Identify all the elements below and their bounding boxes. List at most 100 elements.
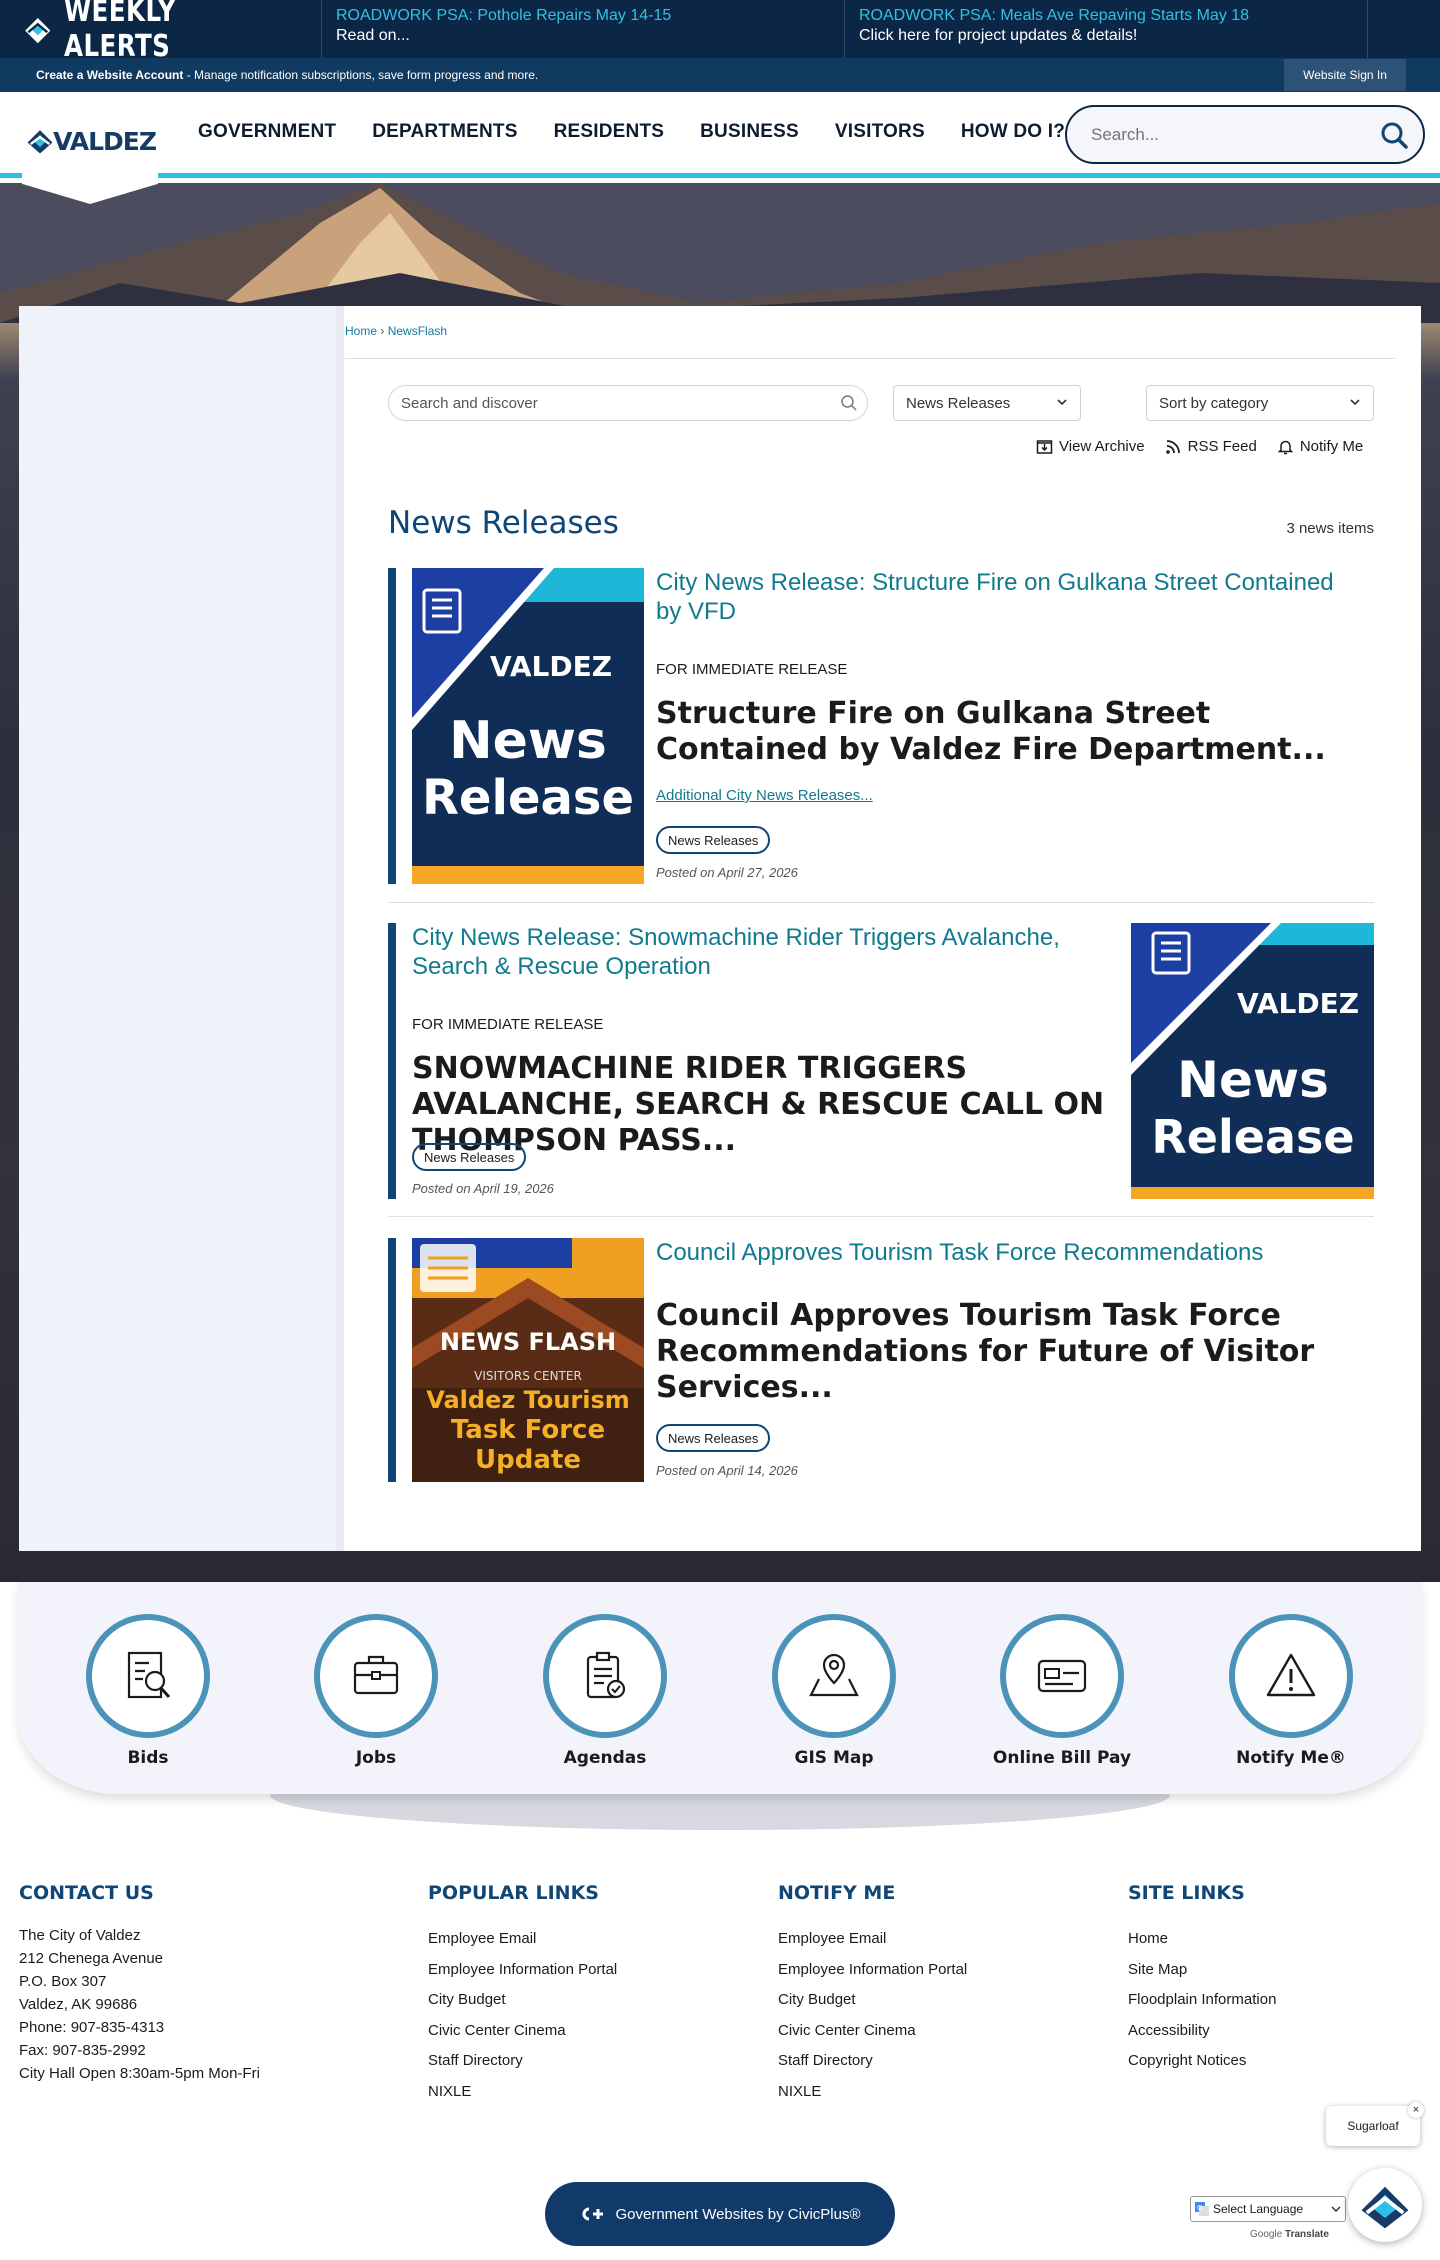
rss-feed-link[interactable]: RSS Feed bbox=[1165, 438, 1257, 455]
quicklink-circle[interactable] bbox=[543, 1614, 667, 1738]
search-icon[interactable] bbox=[840, 394, 858, 412]
footer-link[interactable]: NIXLE bbox=[428, 2077, 617, 2108]
item-accent-bar bbox=[388, 568, 396, 884]
news-category-tag[interactable]: News Releases bbox=[412, 1143, 527, 1171]
sort-select[interactable]: Sort by category bbox=[1146, 385, 1374, 421]
quicklink-label: Jobs bbox=[355, 1748, 397, 1768]
thumb-newsflash-text: NEWS FLASH bbox=[440, 1328, 616, 1356]
view-archive-link[interactable]: View Archive bbox=[1036, 438, 1145, 455]
civicplus-label[interactable]: Government Websites by CivicPlus® bbox=[615, 2206, 860, 2223]
bids-icon bbox=[127, 1651, 171, 1699]
search-icon[interactable] bbox=[1379, 120, 1409, 150]
sugarloaf-label[interactable]: Sugarloaf bbox=[1347, 2119, 1398, 2133]
nav-residents[interactable]: RESIDENTS bbox=[536, 121, 683, 143]
language-select[interactable]: G Select Language bbox=[1190, 2196, 1346, 2222]
footer-link[interactable]: Employee Information Portal bbox=[428, 1955, 617, 1986]
news-flash-thumbnail[interactable]: NEWS FLASH VISITORS CENTER Valdez Touris… bbox=[412, 1238, 644, 1482]
footer-link[interactable]: Home bbox=[1128, 1924, 1276, 1955]
news-title-link[interactable]: Council Approves Tourism Task Force Reco… bbox=[656, 1238, 1366, 1267]
quicklink-circle[interactable] bbox=[314, 1614, 438, 1738]
nav-visitors[interactable]: VISITORS bbox=[817, 121, 943, 143]
nav-departments[interactable]: DEPARTMENTS bbox=[354, 121, 535, 143]
thumb-line-2: Release bbox=[422, 770, 634, 826]
notify-me-label: Notify Me bbox=[1299, 438, 1364, 455]
news-posted-date: Posted on April 14, 2026 bbox=[656, 1463, 798, 1478]
contact-line: 212 Chenega Avenue bbox=[19, 1950, 164, 1967]
google-label: Google bbox=[1250, 2229, 1283, 2240]
footer-link[interactable]: NIXLE bbox=[778, 2077, 967, 2108]
news-title-link[interactable]: City News Release: Snowmachine Rider Tri… bbox=[412, 923, 1092, 981]
news-category-tag[interactable]: News Releases bbox=[656, 826, 771, 854]
nav-how-do-i[interactable]: HOW DO I? bbox=[943, 121, 1083, 143]
news-count: 3 news items bbox=[1286, 520, 1374, 537]
sign-in-button[interactable]: Website Sign In bbox=[1284, 59, 1406, 91]
mountain-image bbox=[0, 183, 1440, 323]
footer-link[interactable]: Civic Center Cinema bbox=[778, 2016, 967, 2047]
news-title-link[interactable]: City News Release: Structure Fire on Gul… bbox=[656, 568, 1356, 626]
quicklink-notify-me[interactable]: Notify Me® bbox=[1201, 1614, 1381, 1768]
alert-item-2[interactable]: ROADWORK PSA: Meals Ave Repaving Starts … bbox=[845, 0, 1368, 58]
footer-link[interactable]: Staff Directory bbox=[778, 2046, 967, 2077]
quicklink-circle[interactable] bbox=[772, 1614, 896, 1738]
thumb-line-1: Valdez Tourism bbox=[426, 1386, 630, 1414]
footer-link[interactable]: Civic Center Cinema bbox=[428, 2016, 617, 2047]
quicklink-circle[interactable] bbox=[1229, 1614, 1353, 1738]
news-category-tag[interactable]: News Releases bbox=[656, 1424, 771, 1452]
footer-link[interactable]: Employee Email bbox=[778, 1924, 967, 1955]
news-release-thumbnail[interactable]: VALDEZ News Release bbox=[412, 568, 644, 884]
quicklink-label: Online Bill Pay bbox=[992, 1748, 1132, 1768]
google-translate-attribution: Google Translate bbox=[1250, 2229, 1329, 2240]
quicklink-online-bill-pay[interactable]: Online Bill Pay bbox=[972, 1614, 1152, 1768]
quicklink-bids[interactable]: Bids bbox=[58, 1614, 238, 1768]
warning-icon bbox=[1266, 1653, 1316, 1697]
contact-line: City Hall Open 8:30am-5pm Mon-Fri bbox=[19, 2065, 260, 2082]
divider bbox=[388, 1216, 1374, 1217]
close-icon[interactable]: × bbox=[1408, 2102, 1424, 2118]
create-account-link[interactable]: Create a Website Account bbox=[36, 68, 183, 82]
credit-card-icon bbox=[1037, 1659, 1087, 1693]
civicplus-badge[interactable]: Government Websites by CivicPlus® bbox=[545, 2182, 895, 2246]
quicklink-circle[interactable] bbox=[86, 1614, 210, 1738]
translate-label: Translate bbox=[1285, 2229, 1329, 2240]
news-release-thumbnail[interactable]: VALDEZ News Release bbox=[1131, 923, 1374, 1199]
footer-link[interactable]: Employee Email bbox=[428, 1924, 617, 1955]
weekly-alerts-brand: WEEKLY ALERTS bbox=[0, 0, 322, 64]
footer-link[interactable]: Employee Information Portal bbox=[778, 1955, 967, 1986]
quicklink-agendas[interactable]: Agendas bbox=[515, 1614, 695, 1768]
footer-link[interactable]: City Budget bbox=[428, 1985, 617, 2016]
breadcrumb-current[interactable]: NewsFlash bbox=[388, 324, 447, 338]
language-select-value: Select Language bbox=[1213, 2202, 1304, 2216]
footer-link[interactable]: Site Map bbox=[1128, 1955, 1276, 1986]
chat-bubble-button[interactable] bbox=[1348, 2168, 1422, 2242]
news-headline: Structure Fire on Gulkana Street Contain… bbox=[656, 696, 1326, 767]
page-title: News Releases bbox=[388, 505, 619, 541]
footer-link[interactable]: Copyright Notices bbox=[1128, 2046, 1276, 2077]
footer-link[interactable]: City Budget bbox=[778, 1985, 967, 2016]
quicklink-gis-map[interactable]: GIS Map bbox=[744, 1614, 924, 1768]
additional-releases-link[interactable]: Additional City News Releases... bbox=[656, 787, 873, 804]
nav-government[interactable]: GOVERNMENT bbox=[180, 121, 354, 143]
breadcrumb-home[interactable]: Home bbox=[345, 324, 377, 338]
sugarloaf-widget[interactable]: Sugarloaf × bbox=[1326, 2102, 1424, 2146]
notify-me-link[interactable]: Notify Me bbox=[1277, 438, 1363, 455]
site-logo[interactable]: VALDEZ bbox=[22, 92, 158, 204]
contact-line: Phone: 907-835-4313 bbox=[19, 2019, 165, 2036]
footer-link[interactable]: Floodplain Information bbox=[1128, 1985, 1276, 2016]
footer-link[interactable]: Staff Directory bbox=[428, 2046, 617, 2077]
category-select[interactable]: News Releases bbox=[893, 385, 1081, 421]
discover-search-input[interactable]: Search and discover bbox=[388, 385, 868, 421]
account-bar: Create a Website Account - Manage notifi… bbox=[0, 58, 1440, 92]
map-pin-icon bbox=[809, 1653, 859, 1697]
alert-subtitle[interactable]: Read on... bbox=[336, 26, 830, 46]
alert-item-1[interactable]: ROADWORK PSA: Pothole Repairs May 14-15 … bbox=[322, 0, 845, 58]
account-description: - Manage notification subscriptions, sav… bbox=[183, 68, 539, 82]
quicklink-circle[interactable] bbox=[1000, 1614, 1124, 1738]
alert-subtitle[interactable]: Click here for project updates & details… bbox=[859, 26, 1353, 46]
footer-link[interactable]: Accessibility bbox=[1128, 2016, 1276, 2047]
search-input[interactable] bbox=[1091, 124, 1361, 145]
nav-business[interactable]: BUSINESS bbox=[682, 121, 817, 143]
item-accent-bar bbox=[388, 923, 396, 1199]
quicklink-jobs[interactable]: Jobs bbox=[286, 1614, 466, 1768]
alert-title[interactable]: ROADWORK PSA: Meals Ave Repaving Starts … bbox=[859, 6, 1353, 26]
alert-title[interactable]: ROADWORK PSA: Pothole Repairs May 14-15 bbox=[336, 6, 830, 26]
